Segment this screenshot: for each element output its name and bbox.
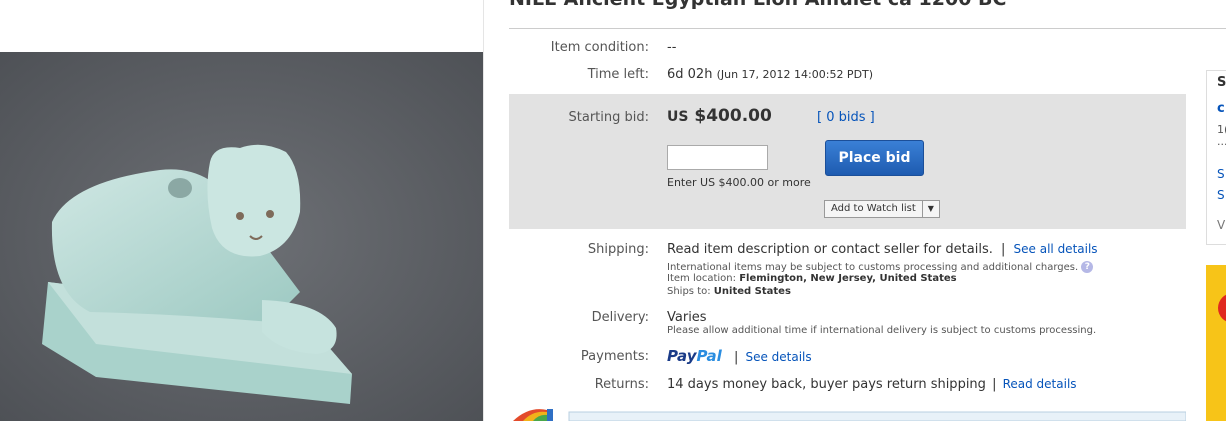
ships-to-label: Ships to: — [667, 286, 711, 297]
seller-info-panel: S c 1( ... S S V — [1206, 70, 1226, 245]
returns-text: 14 days money back, buyer pays return sh… — [667, 377, 986, 392]
item-title: NILE Ancient Egyptian Lion Amulet ca 120… — [509, 0, 1006, 10]
product-photo[interactable] — [0, 52, 483, 421]
payments-row: PayPal | See details — [667, 347, 812, 365]
shipping-label: Shipping: — [587, 242, 649, 257]
item-location-label: Item location: — [667, 273, 736, 284]
delivery-label: Delivery: — [591, 310, 649, 325]
condition-value: -- — [667, 40, 677, 55]
bids-count-link[interactable]: [ 0 bids ] — [817, 110, 875, 125]
seller-link-1[interactable]: S — [1217, 167, 1225, 181]
returns-row: 14 days money back, buyer pays return sh… — [667, 377, 1077, 392]
time-left-end: (Jun 17, 2012 14:00:52 PDT) — [716, 68, 874, 81]
time-left: 6d 02h (Jun 17, 2012 14:00:52 PDT) — [667, 67, 873, 82]
payments-details-link[interactable]: See details — [745, 350, 811, 364]
separator: | — [733, 350, 739, 365]
item-location-value: Flemington, New Jersey, United States — [739, 273, 957, 284]
column-divider — [483, 0, 484, 421]
price-currency: US — [667, 109, 689, 125]
time-left-label: Time left: — [587, 67, 649, 82]
ships-to: Ships to: United States — [667, 286, 791, 297]
payments-label: Payments: — [580, 349, 649, 364]
see-all-details-link[interactable]: See all details — [1014, 242, 1098, 256]
starting-bid-label: Starting bid: — [568, 110, 650, 125]
seller-name-link[interactable]: c — [1217, 101, 1225, 116]
international-note-text: International items may be subject to cu… — [667, 262, 1079, 273]
separator: | — [1001, 242, 1006, 257]
separator: | — [992, 377, 997, 392]
bid-amount-input[interactable] — [667, 145, 768, 170]
bid-hint: Enter US $400.00 or more — [667, 176, 811, 189]
item-location: Item location: Flemington, New Jersey, U… — [667, 273, 957, 284]
shipping-text: Read item description or contact seller … — [667, 242, 993, 257]
time-left-value: 6d 02h — [667, 67, 713, 82]
returns-label: Returns: — [594, 377, 649, 392]
delivery-value: Varies — [667, 310, 707, 325]
chevron-down-icon[interactable]: ▼ — [923, 201, 939, 217]
returns-details-link[interactable]: Read details — [1003, 377, 1077, 391]
seller-link-3[interactable]: V — [1217, 218, 1225, 232]
seller-link-2[interactable]: S — [1217, 188, 1225, 202]
delivery-note: Please allow additional time if internat… — [667, 325, 1097, 336]
title-divider — [509, 28, 1226, 29]
watch-list-label[interactable]: Add to Watch list — [825, 201, 923, 217]
paypal-logo: PayPal — [667, 347, 722, 365]
price-amount: $400.00 — [694, 106, 772, 126]
promo-banner[interactable] — [1206, 265, 1226, 421]
seller-heading: S — [1217, 75, 1226, 90]
condition-label: Item condition: — [550, 40, 649, 55]
promo-badge-icon — [1218, 293, 1226, 323]
ships-to-value: United States — [713, 286, 791, 297]
starting-bid-price: US $400.00 — [667, 106, 772, 126]
place-bid-button[interactable]: Place bid — [825, 140, 924, 176]
help-icon[interactable]: ? — [1081, 261, 1094, 273]
add-to-watch-list-button[interactable]: Add to Watch list ▼ — [824, 200, 940, 218]
international-note: International items may be subject to cu… — [667, 261, 1094, 273]
guarantee-banner — [509, 404, 1187, 421]
item-page: NILE Ancient Egyptian Lion Amulet ca 120… — [0, 0, 1226, 421]
seller-ellipsis: ... — [1217, 135, 1226, 148]
shipping-text-row: Read item description or contact seller … — [667, 242, 1098, 257]
